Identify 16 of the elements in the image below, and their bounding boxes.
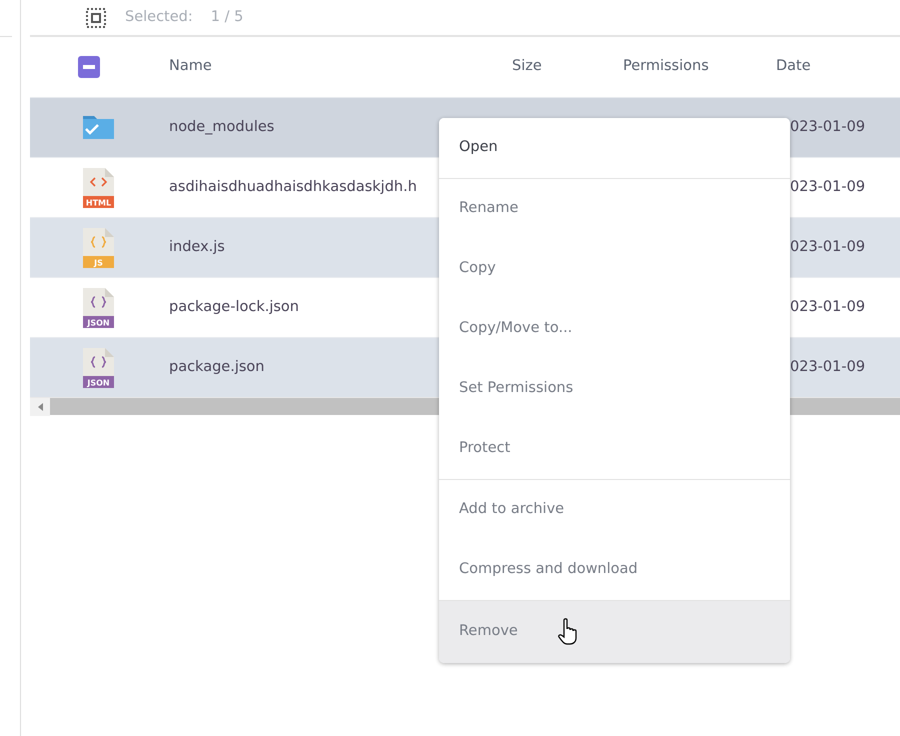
file-name: node_modules [169,118,274,135]
file-name: index.js [169,238,225,255]
file-icon: JSON [82,346,115,388]
file-date: 023-01-09 [790,298,866,315]
file-name: package.json [169,358,264,375]
file-date: 023-01-09 [790,358,866,375]
file-name: asdihaisdhuadhaisdhkasdaskjdh.h [169,178,417,195]
file-date: 023-01-09 [790,178,866,195]
file-date: 023-01-09 [790,118,866,135]
selection-count: 1 / 5 [210,8,244,27]
file-icon: HTML [82,166,115,208]
file-date: 023-01-09 [790,238,866,255]
file-icon: JS [82,226,115,268]
file-name: package-lock.json [169,298,299,315]
file-icon: JSON [82,286,115,328]
selection-label: Selected: [125,8,193,27]
